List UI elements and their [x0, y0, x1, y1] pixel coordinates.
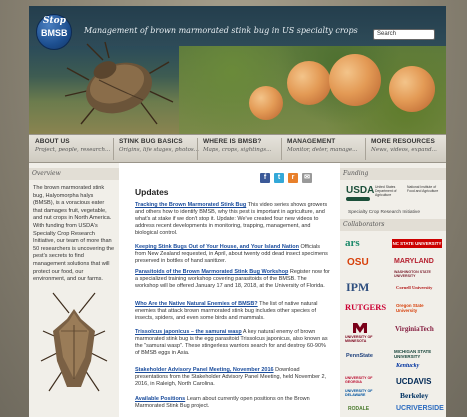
kentucky-logo[interactable]: Kentucky [396, 363, 444, 370]
nav-more-resources[interactable]: MORE RESOURCES News, videos, expand... [369, 138, 437, 162]
update-link[interactable]: Available Positions [135, 396, 185, 402]
logo-text-bmsb: BMSB [41, 28, 68, 38]
nav-divider [365, 138, 366, 160]
minnesota-logo[interactable]: UNIVERSITY OF MINNESOTA [345, 335, 389, 344]
nav-where-is-bmsb[interactable]: WHERE IS BMSB? Maps, crops, sightings... [201, 138, 271, 162]
partners-sidebar: Funding USDA United States Department of… [340, 163, 446, 417]
georgia-logo[interactable]: UNIVERSITY OF GEORGIA [345, 376, 389, 385]
update-link[interactable]: Who Are the Native Natural Enemies of BM… [135, 301, 258, 307]
maryland-logo[interactable]: MARYLAND [394, 258, 444, 266]
update-item: Parasitoids of the Brown Marmorated Stin… [135, 269, 330, 290]
funding-caption: Specialty Crop Research Initiative [348, 210, 420, 215]
overview-text: The brown marmorated stink bug, Halyomor… [33, 185, 115, 283]
usda-name: United States Department of Agriculture [375, 185, 397, 197]
nav-about-us[interactable]: ABOUT US Project, people, research... [33, 138, 110, 162]
nav-divider [113, 138, 114, 160]
nav-management[interactable]: MANAGEMENT Monitor, deter, manage... [285, 138, 357, 162]
page-container: Stop BMSB Management of brown marmorated… [29, 6, 446, 417]
update-item: Trissolcus japonicus – the samurai wasp … [135, 329, 330, 357]
delaware-logo[interactable]: UNIVERSITY OF DELAWARE [345, 389, 389, 398]
update-link[interactable]: Trissolcus japonicus – the samurai wasp [135, 329, 242, 335]
peach-image [329, 54, 381, 106]
washington-state-logo[interactable]: WASHINGTON STATE UNIVERSITY [394, 270, 444, 279]
main-nav: ABOUT US Project, people, research... ST… [29, 134, 446, 163]
ucr-logo[interactable]: UCRIVERSIDE [396, 404, 444, 413]
update-link[interactable]: Keeping Stink Bugs Out of Your House, an… [135, 244, 299, 250]
overview-sidebar: Overview The brown marmorated stink bug,… [29, 163, 119, 417]
nav-title: WHERE IS BMSB? [203, 138, 262, 145]
update-link[interactable]: Stakeholder Advisory Panel Meeting, Nove… [135, 367, 274, 373]
search-input[interactable]: Search [373, 29, 435, 40]
nav-stink-bug-basics[interactable]: STINK BUG BASICS Origins, life stages, p… [117, 138, 199, 162]
update-item: Stakeholder Advisory Panel Meeting, Nove… [135, 367, 330, 388]
ncstate-logo[interactable]: NC STATE UNIVERSITY [392, 239, 442, 248]
usda-logo-swoosh [346, 197, 370, 201]
update-item: Keeping Stink Bugs Out of Your House, an… [135, 244, 330, 265]
update-item: Who Are the Native Natural Enemies of BM… [135, 301, 330, 322]
logo-text-stop: Stop [43, 16, 66, 26]
cornell-logo[interactable]: Cornell University [396, 285, 444, 291]
nav-title: ABOUT US [35, 138, 70, 145]
nav-subtitle: Monitor, deter, manage... [287, 147, 358, 153]
nav-divider [197, 138, 198, 160]
site-tagline: Management of brown marmorated stink bug… [84, 26, 358, 35]
rodale-logo[interactable]: RODALE [348, 406, 388, 413]
facebook-icon[interactable]: f [260, 173, 270, 183]
email-icon[interactable]: ✉ [302, 173, 312, 183]
rss-icon[interactable]: r [288, 173, 298, 183]
nav-subtitle: News, videos, expand... [371, 147, 437, 153]
virginia-tech-logo[interactable]: VirginiaTech [395, 325, 445, 333]
ipm-logo[interactable]: IPM [346, 281, 386, 294]
ars-logo[interactable]: ars [345, 237, 389, 249]
peach-image [249, 86, 283, 120]
usda-logo[interactable]: USDA United States Department of Agricul… [346, 184, 440, 208]
update-item: Available Positions Learn about currentl… [135, 396, 330, 410]
updates-heading: Updates [135, 187, 169, 197]
peach-image [389, 66, 435, 112]
update-link[interactable]: Tracking the Brown Marmorated Stink Bug [135, 202, 246, 208]
nav-title: MANAGEMENT [287, 138, 336, 145]
overview-heading: Overview [29, 168, 119, 180]
penn-state-logo[interactable]: PennState [346, 353, 390, 360]
stink-bug-photo [40, 292, 108, 392]
usda-logo-text: USDA [346, 185, 375, 196]
funding-heading: Funding [340, 168, 446, 180]
nav-subtitle: Origins, life stages, photos... [119, 147, 199, 153]
peach-image [287, 61, 331, 105]
collaborators-heading: Collaborators [340, 219, 446, 231]
nav-subtitle: Project, people, research... [35, 147, 111, 153]
nav-divider [281, 138, 282, 160]
osu-logo[interactable]: OSU [347, 257, 387, 268]
ucdavis-logo[interactable]: UCDAVIS [396, 377, 444, 386]
michigan-state-logo[interactable]: MICHIGAN STATE UNIVERSITY [394, 349, 444, 359]
twitter-icon[interactable]: t [274, 173, 284, 183]
nav-title: MORE RESOURCES [371, 138, 435, 145]
berkeley-logo[interactable]: Berkeley [400, 391, 444, 400]
rutgers-logo[interactable]: RUTGERS [345, 302, 393, 312]
nav-title: STINK BUG BASICS [119, 138, 183, 145]
main-content: f t r ✉ Updates Tracking the Brown Marmo… [119, 163, 340, 417]
nav-subtitle: Maps, crops, sightings... [203, 147, 272, 153]
update-item: Tracking the Brown Marmorated Stink Bug … [135, 202, 330, 237]
update-link[interactable]: Parasitoids of the Brown Marmorated Stin… [135, 269, 288, 275]
oregon-state-logo[interactable]: Oregon State University [396, 303, 444, 314]
minnesota-m-icon [353, 323, 367, 333]
header-banner: Stop BMSB Management of brown marmorated… [29, 6, 446, 134]
stink-bug-photo [64, 41, 174, 125]
nifa-name: National Institute of Food and Agricultu… [407, 185, 439, 193]
